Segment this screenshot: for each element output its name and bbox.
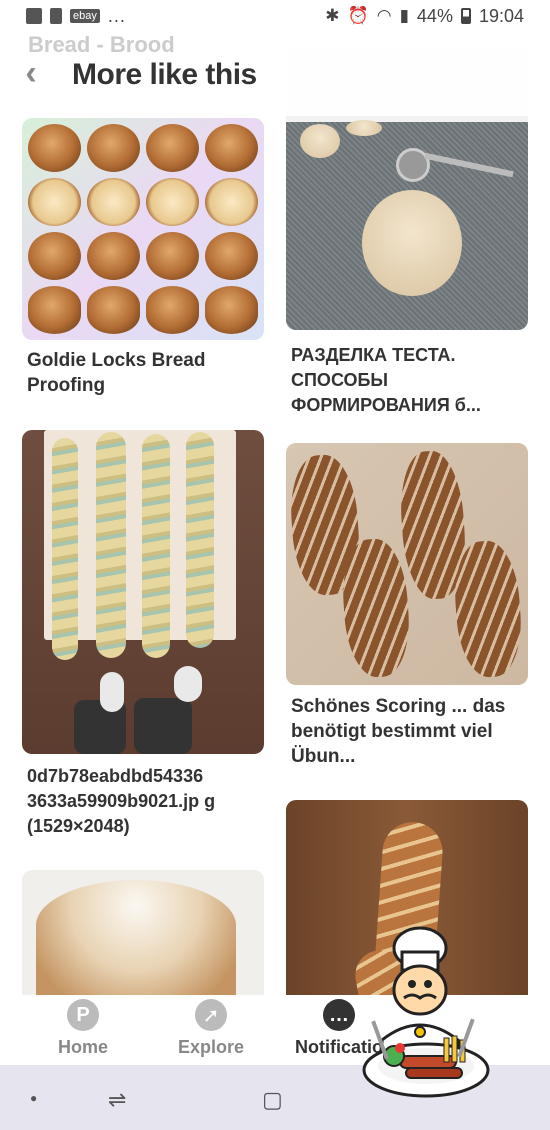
page-title: More like this [72,58,257,91]
status-bar: ebay ... ✱ ⏰ ◠ ▮ 44% 19:04 [0,0,550,32]
image-icon [26,8,42,24]
cake-image [22,870,264,995]
pinterest-icon: P [67,999,99,1031]
braided-wheat-bread-image [22,430,264,754]
wifi-icon: ◠ [376,6,392,25]
signal-icon: ▮ [399,6,409,25]
pin-image[interactable] [22,118,264,340]
dot-icon[interactable]: ● [30,1091,37,1105]
pin-image[interactable] [22,430,264,754]
back-button[interactable]: ‹ [14,56,48,90]
clock: 19:04 [478,5,524,26]
nav-explore[interactable]: ➚ Explore [146,999,276,1058]
more-notifications-indicator: ... [107,5,126,26]
bluetooth-icon: ✱ [325,6,340,25]
nav-explore-label: Explore [177,1037,245,1057]
pin-title[interactable]: Goldie Locks Bread Proofing [27,348,257,398]
pin-image[interactable] [286,443,528,685]
speech-bubble-icon: … [323,999,355,1031]
scored-bread-loaves-image [286,443,528,685]
battery-icon [460,8,471,24]
chef-sticker [362,926,490,1098]
nav-home[interactable]: P Home [18,999,148,1058]
compass-icon: ➚ [195,999,227,1031]
nav-home-label: Home [57,1037,108,1057]
ebay-icon: ebay [70,9,100,23]
pin-image[interactable] [22,870,264,995]
header: Bread - Brood ‹ More like this [0,32,550,116]
pin-title[interactable]: 0d7b78eabdbd54336 3633a59909b9021.jp g (… [27,764,247,839]
previous-board-title: Bread - Brood [28,32,175,57]
battery-percent: 44% [416,5,453,26]
bread-proofing-image [22,118,264,340]
recent-apps-icon[interactable]: ⇌ [108,1087,126,1113]
alarm-icon: ⏰ [347,6,369,25]
sim-icon [50,8,62,24]
home-button-icon[interactable]: ▢ [262,1087,283,1113]
chevron-left-icon: ‹ [25,54,37,92]
pin-title[interactable]: Schönes Scoring ... das benötigt bestimm… [291,694,521,769]
pin-title[interactable]: РАЗДЕЛКА ТЕСТА. СПОСОБЫ ФОРМИРОВАНИЯ б..… [291,343,521,418]
